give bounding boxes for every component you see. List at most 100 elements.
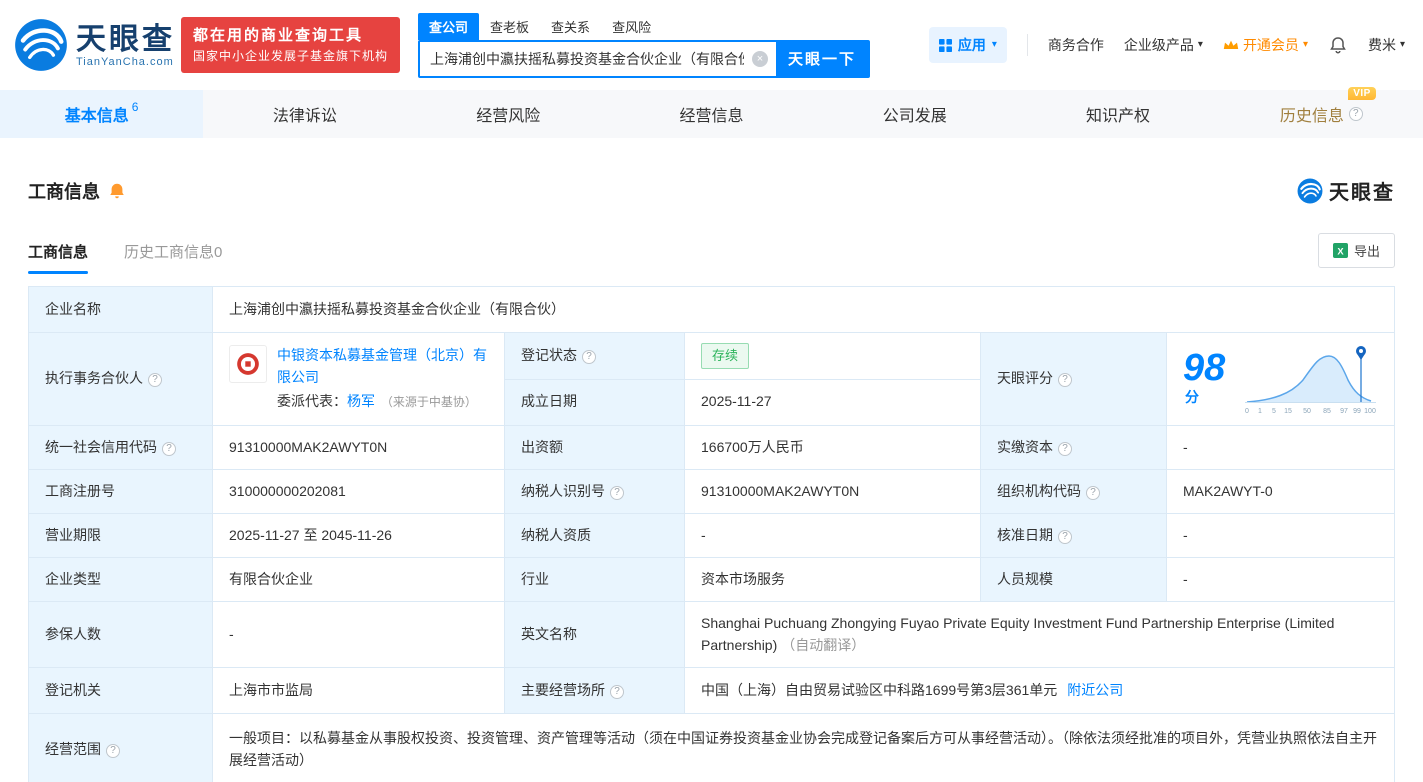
export-button[interactable]: X 导出 (1317, 233, 1395, 268)
username: 费米 (1367, 37, 1396, 53)
insured-count-value: - (212, 601, 505, 668)
divider (1026, 34, 1028, 56)
rep-label: 委派代表： (277, 392, 347, 409)
tab-history-info[interactable]: 历史信息 VIP ? (1220, 87, 1423, 138)
page-title: 工商信息 (28, 181, 100, 202)
help-icon[interactable]: ? (1348, 107, 1363, 121)
help-icon[interactable]: ? (162, 441, 176, 456)
industry-label: 行业 (504, 557, 685, 602)
company-section-nav: 基本信息 6 法律诉讼 经营风险 经营信息 公司发展 知识产权 历史信息 VIP … (0, 87, 1423, 138)
basic-info-count: 6 (131, 100, 139, 114)
help-icon[interactable]: ? (610, 684, 624, 699)
tianyancha-logo[interactable]: 天眼查 TianYanCha.com (14, 18, 175, 72)
enterprise-product-menu[interactable]: 企业级产品 ▾ (1124, 35, 1203, 55)
logo-text: 天眼查 TianYanCha.com (76, 23, 175, 68)
company-type-value: 有限合伙企业 (212, 557, 505, 602)
reg-authority-label: 登记机关 (28, 667, 213, 714)
subtab-business-info[interactable]: 工商信息 (28, 241, 89, 274)
executive-partner-label: 执行事务合伙人? (28, 332, 213, 426)
score-unit: 分 (1185, 389, 1199, 406)
subtab-history-business-info[interactable]: 历史工商信息0 (124, 241, 222, 274)
industry-value: 资本市场服务 (684, 557, 981, 602)
approval-date-value: - (1166, 513, 1395, 558)
svg-text:50: 50 (1303, 408, 1311, 415)
business-scope-label: 经营范围? (28, 713, 213, 782)
reg-authority-value: 上海市市监局 (212, 667, 505, 714)
grid-icon (938, 38, 952, 52)
svg-text:15: 15 (1284, 408, 1292, 415)
staff-size-value: - (1166, 557, 1395, 602)
clear-search-icon[interactable]: × (752, 50, 769, 67)
search-input[interactable] (420, 41, 777, 76)
slogan-line1: 都在用的商业查询工具 (193, 27, 364, 45)
tab-intellectual-property[interactable]: 知识产权 (1016, 90, 1219, 138)
search-tab-company[interactable]: 查公司 (418, 12, 480, 40)
slogan-banner: 都在用的商业查询工具 国家中小企业发展子基金旗下机构 (181, 17, 401, 73)
tab-basic-info[interactable]: 基本信息 6 (0, 90, 204, 138)
join-vip-menu[interactable]: 开通会员 ▾ (1223, 35, 1308, 55)
top-right-menu: 应用 ▾ 商务合作 企业级产品 ▾ 开通会员 ▾ 费米 ▾ (928, 27, 1405, 63)
subscribe-bell-icon[interactable] (108, 182, 126, 200)
svg-text:5: 5 (1272, 408, 1276, 415)
business-scope-value: 一般项目：以私募基金从事股权投资、投资管理、资产管理等活动（须在中国证券投资基金… (212, 713, 1395, 782)
approval-date-label: 核准日期? (980, 513, 1167, 558)
svg-text:99: 99 (1353, 408, 1361, 415)
tab-operation-risk[interactable]: 经营风险 (407, 90, 610, 138)
taxpayer-id-label: 纳税人识别号? (504, 469, 685, 514)
company-name-value: 上海浦创中瀛扶摇私募投资基金合伙企业（有限合伙） (212, 286, 1395, 333)
brand-watermark-text: 天眼查 (1329, 182, 1395, 204)
help-icon[interactable]: ? (1058, 441, 1072, 456)
search-tab-risk[interactable]: 查风险 (601, 13, 662, 40)
section-header: 工商信息 天眼查 (28, 176, 1395, 205)
svg-text:85: 85 (1323, 408, 1331, 415)
subtab-row: 工商信息 历史工商信息0 X 导出 (28, 233, 1395, 274)
business-info-table: 企业名称 上海浦创中瀛扶摇私募投资基金合伙企业（有限合伙） 执行事务合伙人? 中… (28, 286, 1395, 782)
credit-code-value: 91310000MAK2AWYT0N (212, 425, 505, 470)
help-icon[interactable]: ? (582, 349, 596, 364)
english-name-value: Shanghai Puchuang Zhongying Fuyao Privat… (684, 601, 1395, 668)
notification-bell-icon[interactable] (1328, 35, 1348, 55)
brand-watermark: 天眼查 (1297, 176, 1395, 205)
insured-count-label: 参保人数 (28, 601, 213, 668)
company-type-label: 企业类型 (28, 557, 213, 602)
taxpayer-quality-label: 纳税人资质 (504, 513, 685, 558)
score-cell: 98分 0 1 5 15 50 85 97 99 100 (1166, 332, 1395, 426)
search-area: 查公司 查老板 查关系 查风险 × 天眼一下 (418, 12, 871, 78)
search-input-wrap: × (420, 41, 777, 76)
score-label: 天眼评分? (980, 332, 1167, 426)
paid-capital-label: 实缴资本? (980, 425, 1167, 470)
help-icon[interactable]: ? (1086, 485, 1100, 500)
tianyancha-watermark-icon (1297, 178, 1323, 203)
rep-name-link[interactable]: 杨军 (347, 393, 375, 409)
search-tab-boss[interactable]: 查老板 (479, 13, 540, 40)
vip-badge: VIP (1348, 87, 1376, 100)
business-cooperation-link[interactable]: 商务合作 (1048, 35, 1104, 55)
help-icon[interactable]: ? (610, 485, 624, 500)
help-icon[interactable]: ? (148, 373, 162, 388)
status-badge: 存续 (701, 342, 750, 369)
partner-company-link[interactable]: 中银资本私募基金管理（北京）有限公司 (277, 347, 487, 385)
tab-legal-litigation[interactable]: 法律诉讼 (203, 90, 406, 138)
score-number: 98 (1183, 347, 1226, 390)
tab-company-development[interactable]: 公司发展 (813, 90, 1016, 138)
main-content: 工商信息 天眼查 工商信息 历史工商信息0 X 导出 企业名称 上海浦创中瀛扶摇… (0, 176, 1423, 782)
chevron-down-icon: ▾ (1399, 39, 1405, 50)
tab-operation-info[interactable]: 经营信息 (610, 90, 813, 138)
search-button[interactable]: 天眼一下 (776, 41, 869, 76)
user-menu[interactable]: 费米 ▾ (1368, 35, 1405, 55)
nearby-companies-link[interactable]: 附近公司 (1067, 682, 1123, 698)
credit-code-label: 统一社会信用代码? (28, 425, 213, 470)
excel-icon: X (1332, 243, 1348, 258)
help-icon[interactable]: ? (1058, 529, 1072, 544)
business-term-label: 营业期限 (28, 513, 213, 558)
slogan-line2: 国家中小企业发展子基金旗下机构 (193, 49, 389, 64)
search-tab-relation[interactable]: 查关系 (540, 13, 601, 40)
staff-size-label: 人员规模 (980, 557, 1167, 602)
help-icon[interactable]: ? (106, 743, 120, 758)
search-box: × 天眼一下 (418, 39, 871, 78)
svg-text:100: 100 (1364, 408, 1376, 415)
help-icon[interactable]: ? (1058, 373, 1072, 388)
capital-value: 166700万人民币 (684, 425, 981, 470)
svg-text:97: 97 (1340, 408, 1348, 415)
app-menu-button[interactable]: 应用 ▾ (928, 27, 1007, 63)
